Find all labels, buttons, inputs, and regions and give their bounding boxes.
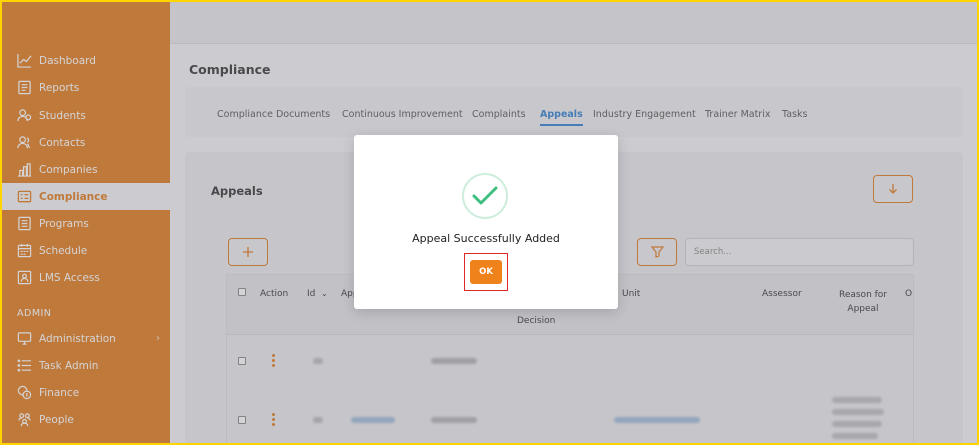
app-frame: Dashboard Reports Students Contacts Comp… [2, 2, 977, 443]
dialog-message: Appeal Successfully Added [412, 232, 560, 245]
success-dialog: Appeal Successfully Added OK [354, 135, 618, 309]
success-check-icon [462, 173, 508, 219]
ok-button[interactable]: OK [470, 260, 502, 284]
